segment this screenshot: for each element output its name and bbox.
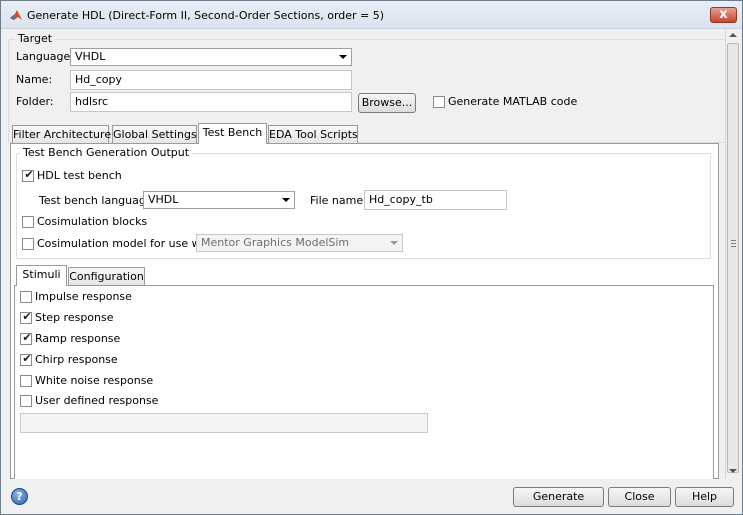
grip-line-icon [731,246,736,247]
chevron-down-icon [339,55,347,59]
checkmark-icon: ✔ [22,331,32,344]
step-response-checkbox[interactable]: ✔ [20,310,32,324]
test-bench-panel: Test Bench Generation Output ✔ HDL test … [10,143,719,479]
help-icon[interactable]: ? [11,488,28,505]
file-name-field[interactable]: Hd_copy_tb [364,190,507,210]
dialog-window: Generate HDL (Direct-Form II, Second-Ord… [0,0,743,515]
test-bench-language-select[interactable]: VHDL [143,191,295,209]
name-field-value: Hd_copy [75,73,123,86]
vertical-scrollbar[interactable] [725,29,740,479]
chevron-down-icon [390,241,398,245]
dialog-client: Target Language: VHDL Name: Hd_copy Fold… [1,29,742,514]
close-button[interactable]: Close [608,487,671,507]
grip-line-icon [731,240,736,241]
cosimulation-model-value: Mentor Graphics ModelSim [201,236,350,249]
generate-matlab-checkbox[interactable] [433,96,445,108]
checkmark-icon: ✔ [22,352,32,365]
language-select-value: VHDL [75,50,106,63]
file-name-label: File name: [310,194,367,207]
cosimulation-model-checkbox[interactable] [22,238,34,250]
close-window-button[interactable]: x [710,7,737,23]
ramp-response-checkbox[interactable]: ✔ [20,331,32,345]
name-field[interactable]: Hd_copy [70,70,352,90]
cosimulation-blocks-checkbox[interactable] [22,216,34,228]
cosimulation-model-select[interactable]: Mentor Graphics ModelSim [196,234,403,252]
language-select[interactable]: VHDL [70,48,352,66]
user-defined-response-checkbox[interactable] [20,395,32,407]
test-bench-group-title: Test Bench Generation Output [20,146,193,159]
close-icon: x [719,7,728,22]
matlab-logo-icon [10,10,22,20]
scroll-up-icon[interactable] [729,33,737,37]
hdl-test-bench-checkbox[interactable]: ✔ [22,168,34,182]
tab-stimuli[interactable]: Stimuli [16,265,67,286]
chirp-response-checkbox[interactable]: ✔ [20,352,32,366]
title-bar[interactable]: Generate HDL (Direct-Form II, Second-Ord… [1,1,742,29]
help-button[interactable]: Help [675,487,734,507]
folder-field[interactable]: hdlsrc [70,92,352,112]
scroll-down-icon[interactable] [729,469,737,473]
tab-filter-architecture[interactable]: Filter Architecture [12,125,111,144]
user-defined-response-field[interactable] [20,413,428,433]
chirp-response-label: Chirp response [35,353,118,366]
impulse-response-label: Impulse response [35,290,132,303]
stimuli-panel: Impulse response ✔ Step response ✔ Ramp … [14,285,714,479]
checkmark-icon: ✔ [22,310,32,323]
cosimulation-model-label: Cosimulation model for use with: [37,237,219,250]
generate-button[interactable]: Generate [513,487,604,507]
hdl-test-bench-label: HDL test bench [37,169,122,182]
tab-eda-tool-scripts[interactable]: EDA Tool Scripts [268,125,358,144]
tab-test-bench[interactable]: Test Bench [198,123,267,144]
language-label: Language: [16,50,74,63]
chevron-down-icon [282,198,290,202]
name-label: Name: [16,73,53,86]
tab-configuration[interactable]: Configuration [68,267,145,286]
white-noise-response-label: White noise response [35,374,154,387]
window-title: Generate HDL (Direct-Form II, Second-Ord… [27,9,385,22]
target-group-title: Target [15,32,56,45]
folder-label: Folder: [16,95,54,108]
grip-line-icon [731,243,736,244]
tab-global-settings[interactable]: Global Settings [112,125,197,144]
generate-matlab-label: Generate MATLAB code [448,95,578,108]
file-name-field-value: Hd_copy_tb [369,193,433,206]
user-defined-response-label: User defined response [35,394,159,407]
folder-field-value: hdlsrc [75,95,109,108]
test-bench-language-label: Test bench language: [39,194,157,207]
cosimulation-blocks-label: Cosimulation blocks [37,215,148,228]
scroll-thumb[interactable] [727,43,739,473]
test-bench-generation-group: Test Bench Generation Output ✔ HDL test … [16,146,711,259]
impulse-response-checkbox[interactable] [20,291,32,303]
step-response-label: Step response [35,311,114,324]
ramp-response-label: Ramp response [35,332,121,345]
browse-button[interactable]: Browse... [358,93,416,113]
white-noise-response-checkbox[interactable] [20,375,32,387]
test-bench-language-value: VHDL [148,193,179,206]
checkmark-icon: ✔ [24,168,34,181]
